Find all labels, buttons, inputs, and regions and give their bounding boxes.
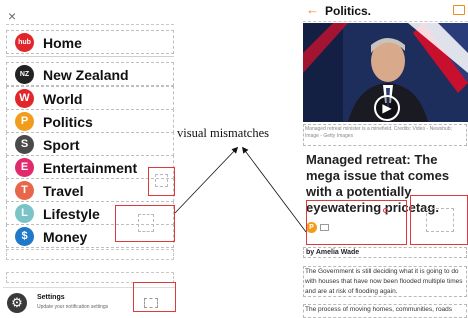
divider [6, 56, 174, 57]
lifestyle-badge-icon: L [15, 204, 34, 223]
menu-item-label: Lifestyle [43, 206, 100, 222]
money-badge-icon: $ [15, 227, 34, 246]
travel-badge-icon: T [15, 181, 34, 200]
menu-screen: × hub Home NZ New Zealand W World P Poli… [3, 2, 176, 318]
hub-logo-icon: hub [15, 33, 34, 52]
menu-item-politics[interactable]: P Politics [6, 109, 174, 133]
placeholder-box [426, 208, 454, 232]
byline-box [303, 247, 467, 258]
arrow-to-right [242, 146, 307, 233]
back-arrow-icon[interactable]: ← [306, 2, 319, 18]
menu-item-label: Politics [43, 114, 93, 130]
entertainment-badge-icon: E [15, 158, 34, 177]
settings-title: Settings [37, 294, 65, 301]
world-badge-icon: W [15, 89, 34, 108]
top-bar: ← Politics. [303, 0, 468, 22]
menu-item-label: World [43, 91, 83, 107]
video-thumbnail[interactable]: ▶ [303, 23, 468, 122]
paragraph-box [303, 266, 467, 297]
menu-item-world[interactable]: W World [6, 86, 174, 110]
mismatch-box [133, 282, 176, 312]
placeholder-box [138, 214, 154, 232]
close-icon[interactable]: × [8, 8, 24, 24]
menu-item-label: Entertainment [43, 160, 138, 176]
mismatch-box [410, 195, 468, 245]
nz-badge-icon: NZ [15, 65, 34, 84]
menu-item-label: Home [43, 35, 82, 51]
menu-item-new-zealand[interactable]: NZ New Zealand [6, 62, 174, 86]
mismatch-box [306, 200, 407, 245]
placeholder-box [155, 174, 168, 187]
annotation-caption: visual mismatches [177, 126, 269, 140]
gear-icon: ⚙ [7, 293, 27, 313]
section-title: Politics. [325, 4, 372, 18]
play-button-icon[interactable]: ▶ [374, 95, 400, 121]
empty-placeholder-row [6, 249, 174, 260]
menu-item-sport[interactable]: S Sport [6, 132, 174, 156]
paragraph-box [303, 304, 467, 318]
divider [6, 24, 174, 25]
share-icon[interactable] [453, 5, 465, 15]
caption-box [303, 124, 467, 146]
mismatch-box [148, 167, 175, 196]
settings-subtitle: Update your notification settings [37, 304, 109, 310]
article-screen: ← Politics. ▶ Managed retreat minister i… [303, 0, 468, 318]
arrow-to-left [174, 146, 239, 214]
menu-item-label: Money [43, 229, 88, 245]
menu-item-home[interactable]: hub Home [6, 30, 174, 54]
menu-item-label: Sport [43, 137, 80, 153]
politics-badge-icon: P [15, 112, 34, 131]
menu-item-label: New Zealand [43, 67, 129, 83]
menu-item-label: Travel [43, 183, 84, 199]
mismatch-box [115, 205, 175, 242]
sport-badge-icon: S [15, 135, 34, 154]
